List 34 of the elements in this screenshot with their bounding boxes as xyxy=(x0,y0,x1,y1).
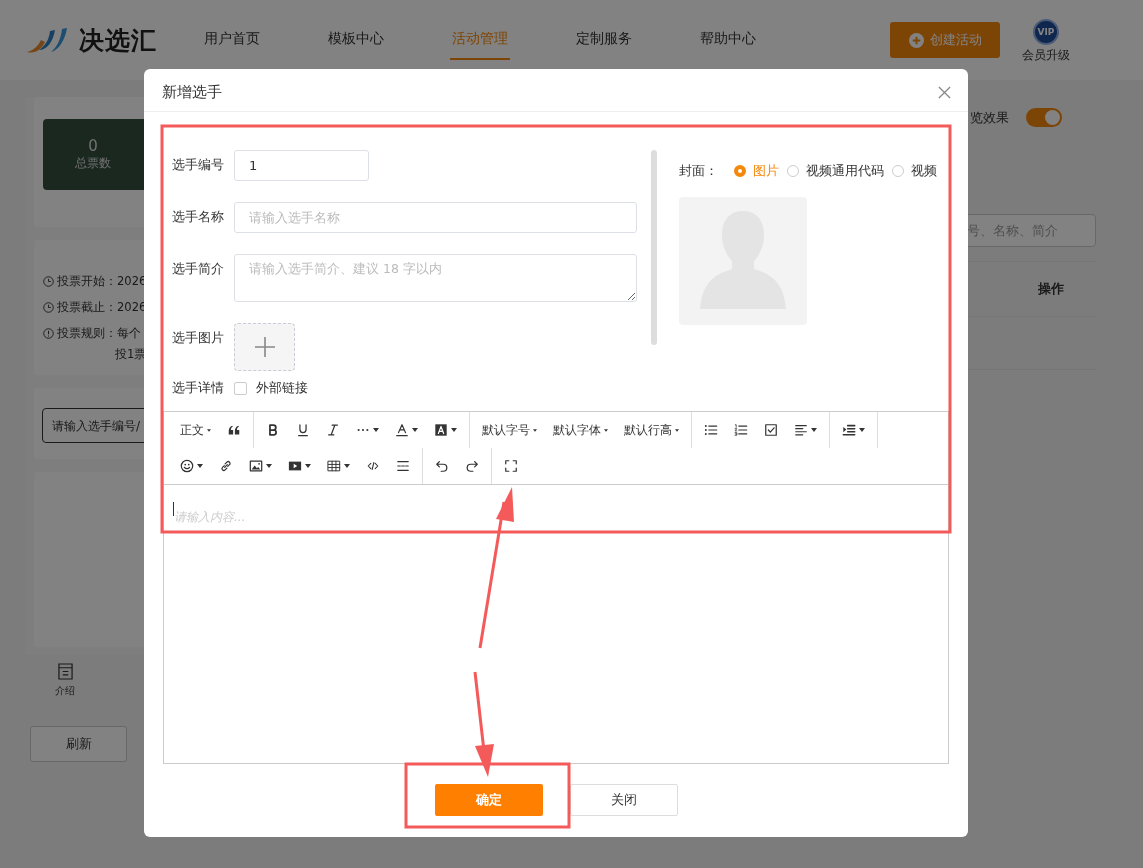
member-upgrade-link[interactable]: 会员升级 xyxy=(1022,46,1070,64)
stat-value: 0 xyxy=(88,137,98,155)
field-label: 选手详情 xyxy=(172,380,225,397)
column-header: 操作 xyxy=(1038,280,1064,298)
checkbox-label: 外部链接 xyxy=(256,380,308,397)
input-field[interactable]: 1 xyxy=(234,150,369,181)
refresh-button[interactable]: 刷新 xyxy=(30,726,127,762)
nav-link[interactable]: 定制服务 xyxy=(574,20,634,60)
textarea-field[interactable]: 请输入选手简介、建议 18 字以内 xyxy=(234,254,637,302)
format-dropdown[interactable]: 默认行高 xyxy=(616,415,687,445)
format-dropdown[interactable]: 默认字号 xyxy=(474,415,545,445)
cover-label: 封面： xyxy=(679,162,718,180)
intro-tab[interactable]: 介绍 xyxy=(55,663,75,698)
nav-link[interactable]: 用户首页 xyxy=(202,20,262,60)
format-dropdown[interactable]: 默认字体 xyxy=(545,415,616,445)
field-label: 选手名称 xyxy=(172,208,225,226)
field-label: 选手图片 xyxy=(172,329,225,347)
stat-label: 总票数 xyxy=(75,155,111,172)
radio-label: 视频 xyxy=(911,162,937,180)
radio-label: 视频通用代码 xyxy=(806,162,884,180)
info-text: 投票规则：每个 xyxy=(57,326,142,341)
radio-label: 图片 xyxy=(753,162,779,180)
dialog-title: 新增选手 xyxy=(162,82,222,102)
info-text: 投1票 xyxy=(114,347,147,362)
field-label: 选手简介 xyxy=(172,260,225,278)
close-button[interactable]: 关闭 xyxy=(569,784,678,816)
confirm-button[interactable]: 确定 xyxy=(434,784,543,816)
vip-badge[interactable]: VIP xyxy=(1033,18,1059,45)
preview-label: 览效果 xyxy=(970,108,1009,127)
field-label: 选手编号 xyxy=(172,156,225,174)
input-field[interactable]: 请输入选手名称 xyxy=(234,202,637,233)
nav-link[interactable]: 模板中心 xyxy=(326,20,386,60)
logo-text: 决选汇 xyxy=(79,24,157,57)
nav-link[interactable]: 帮助中心 xyxy=(698,20,758,60)
